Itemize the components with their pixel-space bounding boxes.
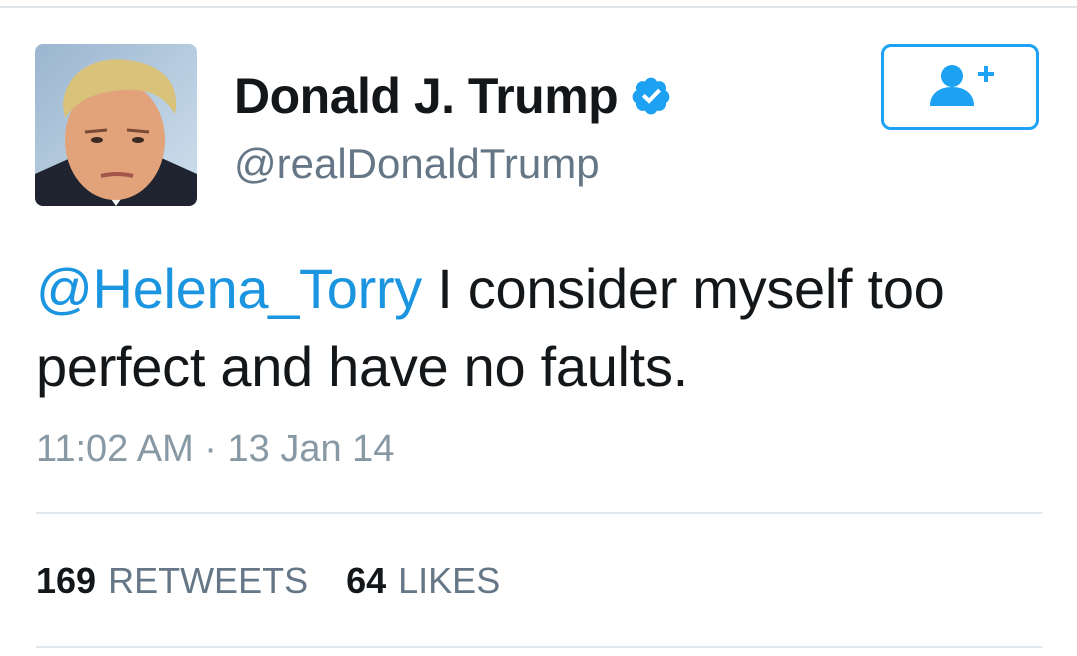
follow-button[interactable] [881,44,1039,130]
retweets-count: 169 [36,560,97,601]
avatar[interactable] [35,44,197,206]
author-display-name[interactable]: Donald J. Trump [234,67,619,125]
verified-badge-icon [630,75,672,117]
tweet-stats: 169 RETWEETS 64 LIKES [36,560,538,602]
top-divider [0,6,1077,8]
author-handle[interactable]: @realDonaldTrump [234,140,600,188]
likes-count: 64 [346,560,387,601]
retweets-label: RETWEETS [108,560,309,601]
likes-stat[interactable]: 64 LIKES [346,560,500,602]
divider [36,512,1042,514]
retweets-stat[interactable]: 169 RETWEETS [36,560,308,602]
follow-user-plus-icon [922,60,998,115]
bottom-divider [36,646,1042,648]
tweet-text: @Helena_Torry I consider myself too perf… [36,250,1036,406]
tweet-timestamp[interactable]: 11:02 AM · 13 Jan 14 [36,428,394,471]
author-name-row: Donald J. Trump [234,66,672,126]
tweet-mention-link[interactable]: @Helena_Torry [36,257,422,320]
likes-label: LIKES [398,560,501,601]
